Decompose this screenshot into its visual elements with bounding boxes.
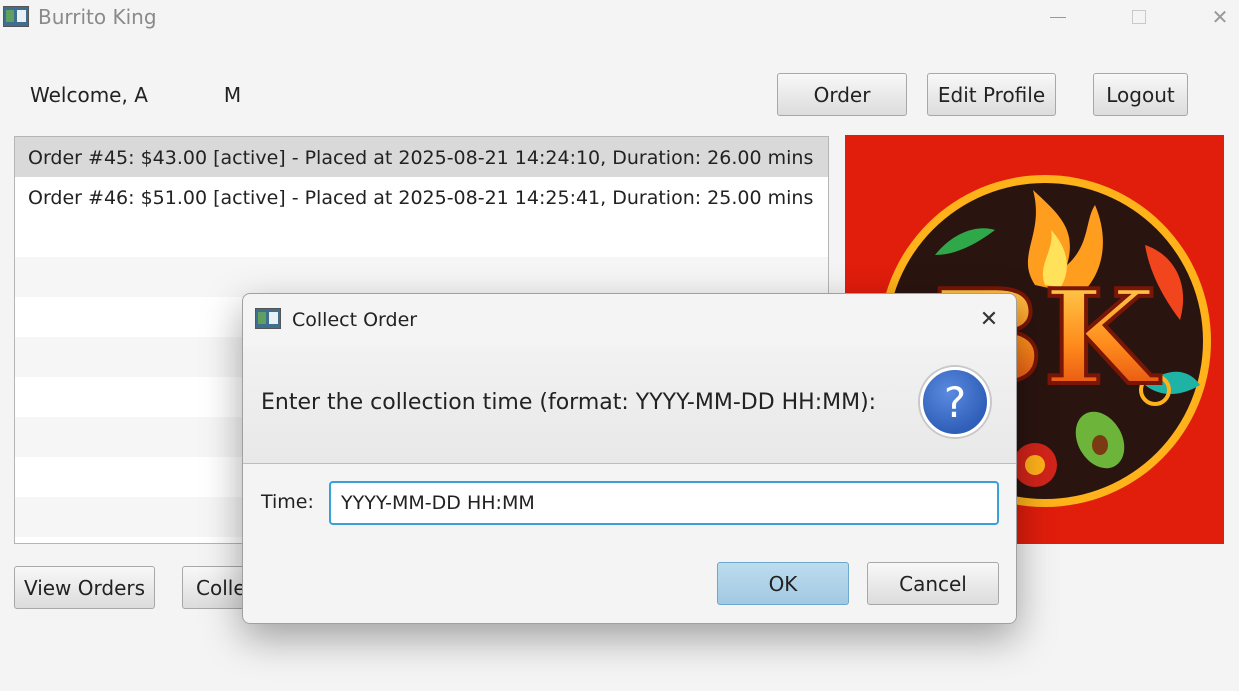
window-title: Burrito King [38,5,157,29]
close-icon[interactable]: ✕ [1197,0,1239,34]
order-button[interactable]: Order [777,73,907,116]
dialog-close-icon[interactable]: ✕ [974,304,1004,334]
minimize-icon[interactable] [1035,0,1081,34]
empty-row [15,257,828,297]
dialog-app-icon [255,308,281,329]
welcome-text: Welcome, A M [30,83,241,107]
cancel-button[interactable]: Cancel [867,562,999,605]
maximize-icon[interactable] [1116,0,1162,34]
collect-order-dialog: Collect Order ✕ Enter the collection tim… [242,293,1017,624]
dialog-message: Enter the collection time (format: YYYY-… [261,390,877,415]
time-input[interactable] [329,481,999,525]
view-orders-button[interactable]: View Orders [14,566,155,609]
welcome-label: Welcome, A [30,83,148,107]
title-bar: Burrito King ✕ [0,0,1239,36]
app-icon [3,6,29,27]
dialog-header: Enter the collection time (format: YYYY-… [243,346,1016,464]
question-icon: ? [920,367,990,437]
ok-button[interactable]: OK [717,562,849,605]
logout-button[interactable]: Logout [1093,73,1188,116]
order-list-item[interactable]: Order #45: $43.00 [active] - Placed at 2… [15,137,828,177]
welcome-surname: M [223,83,242,107]
time-label: Time: [261,491,314,513]
order-list-item[interactable]: Order #46: $51.00 [active] - Placed at 2… [15,177,828,217]
edit-profile-button[interactable]: Edit Profile [927,73,1056,116]
dialog-title: Collect Order [292,309,418,331]
empty-row [15,217,828,257]
